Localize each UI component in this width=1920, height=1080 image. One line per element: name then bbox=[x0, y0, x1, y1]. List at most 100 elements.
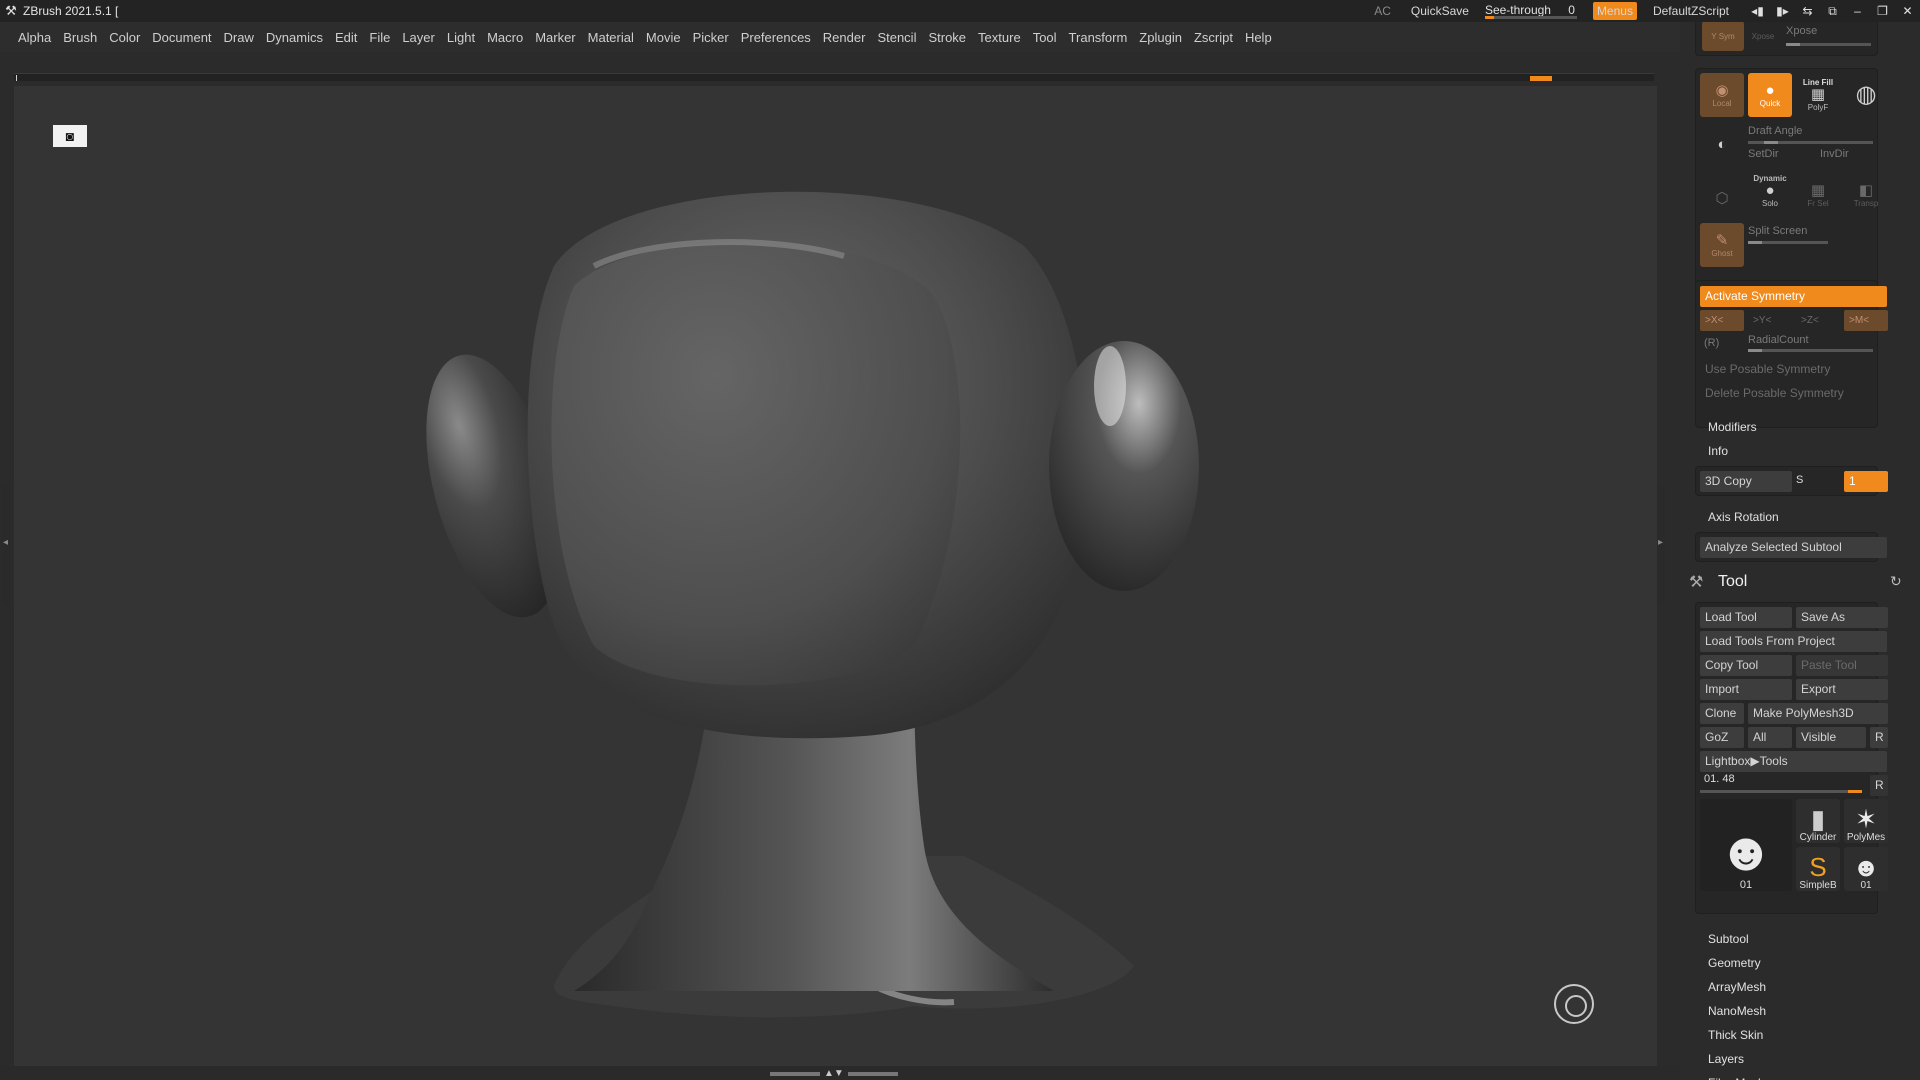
subpalette-subtool[interactable]: Subtool bbox=[1708, 932, 1749, 946]
menu-layer[interactable]: Layer bbox=[402, 30, 435, 45]
document-viewport[interactable]: ◙ bbox=[14, 86, 1657, 1066]
transp-button[interactable]: ◧ Transp bbox=[1844, 173, 1888, 217]
frsel-button[interactable]: ▦ Fr Sel bbox=[1796, 173, 1840, 217]
left-tray-handle[interactable]: ◂ bbox=[2, 485, 10, 605]
tool-slider[interactable] bbox=[1700, 790, 1862, 793]
menu-stroke[interactable]: Stroke bbox=[928, 30, 966, 45]
cube-button[interactable]: ⬡ bbox=[1700, 177, 1744, 221]
sym-x-button[interactable]: >X< bbox=[1700, 310, 1744, 331]
subpalette-nanomesh[interactable]: NanoMesh bbox=[1708, 1004, 1766, 1018]
menu-edit[interactable]: Edit bbox=[335, 30, 357, 45]
menus-button[interactable]: Menus bbox=[1592, 2, 1637, 20]
contrast-button[interactable]: ◐ bbox=[1700, 123, 1744, 167]
subpalette-layers[interactable]: Layers bbox=[1708, 1052, 1744, 1066]
menu-help[interactable]: Help bbox=[1245, 30, 1272, 45]
menu-material[interactable]: Material bbox=[588, 30, 634, 45]
import-button[interactable]: Import bbox=[1700, 679, 1792, 700]
make-polymesh3d-button[interactable]: Make PolyMesh3D bbox=[1748, 703, 1888, 724]
load-tools-from-project-button[interactable]: Load Tools From Project bbox=[1700, 631, 1887, 652]
activate-symmetry-button[interactable]: Activate Symmetry bbox=[1700, 286, 1887, 307]
radial-count-slider[interactable] bbox=[1748, 349, 1873, 352]
invdir-button[interactable]: InvDir bbox=[1820, 148, 1849, 160]
menu-macro[interactable]: Macro bbox=[487, 30, 523, 45]
subpalette-thick-skin[interactable]: Thick Skin bbox=[1708, 1028, 1763, 1042]
menu-movie[interactable]: Movie bbox=[646, 30, 681, 45]
analyze-subtool-button[interactable]: Analyze Selected Subtool bbox=[1700, 537, 1887, 558]
tool-r-button[interactable]: R bbox=[1870, 775, 1888, 796]
subpalette-geometry[interactable]: Geometry bbox=[1708, 956, 1761, 970]
goz-visible-button[interactable]: Visible bbox=[1796, 727, 1866, 748]
subpalette-fibermesh[interactable]: FiberMesh bbox=[1708, 1076, 1765, 1080]
timeline-marker[interactable] bbox=[1530, 76, 1552, 81]
ghost-button[interactable]: ✎ Ghost bbox=[1700, 223, 1744, 267]
copy3d-value[interactable]: 1 bbox=[1844, 471, 1888, 492]
layout-restore-icon[interactable]: ⧉ bbox=[1820, 4, 1845, 19]
menu-draw[interactable]: Draw bbox=[224, 30, 254, 45]
close-icon[interactable]: ✕ bbox=[1895, 4, 1920, 18]
timeline-ruler[interactable] bbox=[14, 73, 1654, 81]
lightbox-tools-button[interactable]: Lightbox▶Tools bbox=[1700, 751, 1887, 772]
sym-y-button[interactable]: >Y< bbox=[1748, 310, 1792, 331]
menu-color[interactable]: Color bbox=[109, 30, 140, 45]
goz-all-button[interactable]: All bbox=[1748, 727, 1792, 748]
goz-button[interactable]: GoZ bbox=[1700, 727, 1744, 748]
copy3d-button[interactable]: 3D Copy bbox=[1700, 471, 1792, 492]
quick-button[interactable]: ● Quick bbox=[1748, 73, 1792, 117]
xpose-button[interactable]: Xpose bbox=[1748, 22, 1778, 51]
zbrush-logo-icon[interactable]: ⚒ bbox=[2, 2, 20, 20]
menu-zplugin[interactable]: Zplugin bbox=[1139, 30, 1182, 45]
layout-prev-icon[interactable]: ◂▮ bbox=[1745, 4, 1770, 18]
delete-posable-symmetry-button[interactable]: Delete Posable Symmetry bbox=[1700, 383, 1887, 404]
minimize-icon[interactable]: ‒ bbox=[1845, 4, 1870, 18]
tool-thumb-polymesh[interactable]: ✶ PolyMes bbox=[1844, 799, 1888, 843]
sculpt-model[interactable] bbox=[14, 86, 1657, 1066]
menu-stencil[interactable]: Stencil bbox=[877, 30, 916, 45]
tool-thumb-cylinder[interactable]: ▮ Cylinder bbox=[1796, 799, 1840, 843]
solo-button[interactable]: Dynamic ● Solo bbox=[1748, 169, 1792, 213]
right-tray-handle[interactable]: ▸ bbox=[1657, 485, 1665, 605]
tool-palette-header[interactable]: ⚒ Tool ↻ bbox=[1680, 570, 1920, 596]
save-as-button[interactable]: Save As bbox=[1796, 607, 1888, 628]
transp-sphere-button[interactable]: ◍ bbox=[1844, 73, 1888, 117]
rotate-gizmo-icon[interactable] bbox=[1554, 984, 1594, 1024]
menu-tool[interactable]: Tool bbox=[1033, 30, 1057, 45]
export-button[interactable]: Export bbox=[1796, 679, 1888, 700]
hammer-icon[interactable]: ⚒ bbox=[1689, 572, 1703, 592]
paste-tool-button[interactable]: Paste Tool bbox=[1796, 655, 1888, 676]
default-zscript[interactable]: DefaultZScript bbox=[1653, 4, 1729, 18]
use-posable-symmetry-button[interactable]: Use Posable Symmetry bbox=[1700, 359, 1887, 380]
refresh-icon[interactable]: ↻ bbox=[1890, 573, 1902, 590]
menu-brush[interactable]: Brush bbox=[63, 30, 97, 45]
polyf-button[interactable]: Line Fill ▦ PolyF bbox=[1796, 73, 1840, 117]
menu-render[interactable]: Render bbox=[823, 30, 866, 45]
menu-marker[interactable]: Marker bbox=[535, 30, 575, 45]
split-screen-slider[interactable] bbox=[1748, 241, 1828, 244]
menu-transform[interactable]: Transform bbox=[1069, 30, 1128, 45]
bottom-tray-handle[interactable]: ▲▼ bbox=[770, 1068, 900, 1079]
ac-toggle[interactable]: AC bbox=[1374, 4, 1391, 18]
tool-thumb-main[interactable]: ☻ 01 bbox=[1700, 799, 1792, 891]
load-tool-button[interactable]: Load Tool bbox=[1700, 607, 1792, 628]
menu-preferences[interactable]: Preferences bbox=[741, 30, 811, 45]
sym-m-button[interactable]: >M< bbox=[1844, 310, 1888, 331]
ysym-button[interactable]: Y Sym bbox=[1702, 22, 1744, 51]
quicksave-button[interactable]: QuickSave bbox=[1411, 4, 1469, 18]
tool-thumb-small[interactable]: ☻ 01 bbox=[1844, 847, 1888, 891]
menu-light[interactable]: Light bbox=[447, 30, 475, 45]
axis-rotation-subpalette[interactable]: Axis Rotation bbox=[1708, 510, 1779, 524]
tool-thumb-simplebrush[interactable]: S SimpleB bbox=[1796, 847, 1840, 891]
layout-next-icon[interactable]: ▮▸ bbox=[1770, 4, 1795, 18]
sym-z-button[interactable]: >Z< bbox=[1796, 310, 1840, 331]
menu-dynamics[interactable]: Dynamics bbox=[266, 30, 323, 45]
draft-angle-slider[interactable] bbox=[1748, 141, 1873, 144]
subpalette-arraymesh[interactable]: ArrayMesh bbox=[1708, 980, 1766, 994]
menu-alpha[interactable]: Alpha bbox=[18, 30, 51, 45]
menu-file[interactable]: File bbox=[369, 30, 390, 45]
menu-zscript[interactable]: Zscript bbox=[1194, 30, 1233, 45]
menu-picker[interactable]: Picker bbox=[693, 30, 729, 45]
layout-swap-icon[interactable]: ⇆ bbox=[1795, 4, 1820, 18]
menu-document[interactable]: Document bbox=[152, 30, 211, 45]
maximize-icon[interactable]: ❐ bbox=[1870, 4, 1895, 18]
goz-r-button[interactable]: R bbox=[1870, 727, 1888, 748]
clone-button[interactable]: Clone bbox=[1700, 703, 1744, 724]
